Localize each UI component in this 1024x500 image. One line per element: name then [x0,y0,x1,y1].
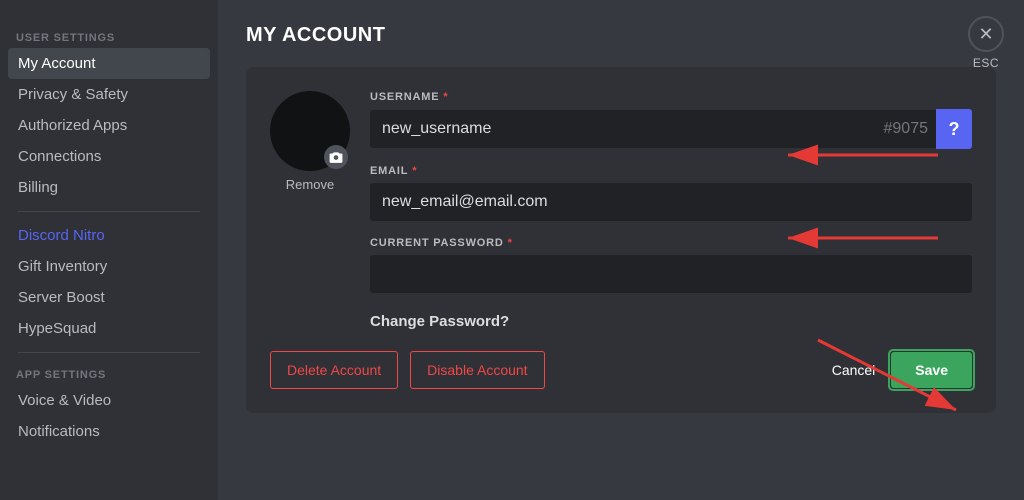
username-input-wrapper [370,110,876,148]
action-buttons: Cancel Save [832,352,972,388]
user-settings-section-label: USER SETTINGS [8,24,210,48]
disable-account-button[interactable]: Disable Account [410,351,544,389]
avatar[interactable] [270,91,350,171]
main-content: MY ACCOUNT Remove [218,0,1024,500]
sidebar-item-label: Authorized Apps [18,117,127,134]
sidebar-item-authorized-apps[interactable]: Authorized Apps [8,110,210,141]
email-required: * [412,165,417,177]
sidebar-item-label: HypeSquad [18,320,96,337]
sidebar-item-gift-inventory[interactable]: Gift Inventory [8,251,210,282]
sidebar-divider-1 [18,211,200,212]
sidebar-item-discord-nitro[interactable]: Discord Nitro [8,220,210,251]
esc-button[interactable]: ✕ ESC [968,16,1004,70]
sidebar-item-label: Server Boost [18,289,105,306]
cancel-button[interactable]: Cancel [832,362,876,378]
sidebar-item-label: Discord Nitro [18,227,105,244]
sidebar-item-privacy-safety[interactable]: Privacy & Safety [8,79,210,110]
app-settings-section-label: APP SETTINGS [8,361,210,385]
sidebar-item-billing[interactable]: Billing [8,172,210,203]
email-input[interactable] [370,183,972,221]
username-required: * [443,91,448,103]
avatar-wrapper: Remove [270,91,350,192]
sidebar-item-notifications[interactable]: Notifications [8,416,210,447]
username-label: USERNAME * [370,91,972,103]
password-field-group: CURRENT PASSWORD * [370,237,972,293]
username-field-group: USERNAME * #9075 ? [370,91,972,149]
sidebar-item-server-boost[interactable]: Server Boost [8,282,210,313]
sidebar-divider-2 [18,352,200,353]
close-icon[interactable]: ✕ [968,16,1004,52]
sidebar-item-my-account[interactable]: My Account [8,48,210,79]
profile-row: Remove USERNAME * #9075 ? [270,91,972,331]
change-password-link[interactable]: Change Password? [370,313,509,330]
save-button[interactable]: Save [891,352,972,388]
sidebar-item-connections[interactable]: Connections [8,141,210,172]
sidebar-item-hypesquad[interactable]: HypeSquad [8,313,210,344]
discriminator: #9075 [876,110,937,148]
sidebar-item-label: Billing [18,179,58,196]
sidebar-item-voice-video[interactable]: Voice & Video [8,385,210,416]
delete-account-button[interactable]: Delete Account [270,351,398,389]
email-label: EMAIL * [370,165,972,177]
esc-label: ESC [973,56,999,70]
password-required: * [508,237,513,249]
sidebar-item-label: Connections [18,148,101,165]
account-card: Remove USERNAME * #9075 ? [246,67,996,413]
sidebar-item-label: Voice & Video [18,392,111,409]
avatar-remove-button[interactable]: Remove [286,177,334,192]
email-field-group: EMAIL * [370,165,972,221]
sidebar-item-label: Gift Inventory [18,258,107,275]
sidebar-item-label: Notifications [18,423,100,440]
sidebar-item-label: My Account [18,55,96,72]
sidebar-item-label: Privacy & Safety [18,86,128,103]
fields-column: USERNAME * #9075 ? EMAIL * [370,91,972,331]
avatar-edit-icon[interactable] [324,145,348,169]
help-button[interactable]: ? [936,109,972,149]
sidebar: USER SETTINGS My Account Privacy & Safet… [0,0,218,500]
username-input[interactable] [370,110,876,148]
username-row: #9075 ? [370,109,972,149]
password-label: CURRENT PASSWORD * [370,237,972,249]
password-input[interactable] [370,255,972,293]
danger-buttons: Delete Account Disable Account [270,351,545,389]
page-title: MY ACCOUNT [246,24,996,47]
card-bottom: Delete Account Disable Account Cancel Sa… [270,351,972,389]
